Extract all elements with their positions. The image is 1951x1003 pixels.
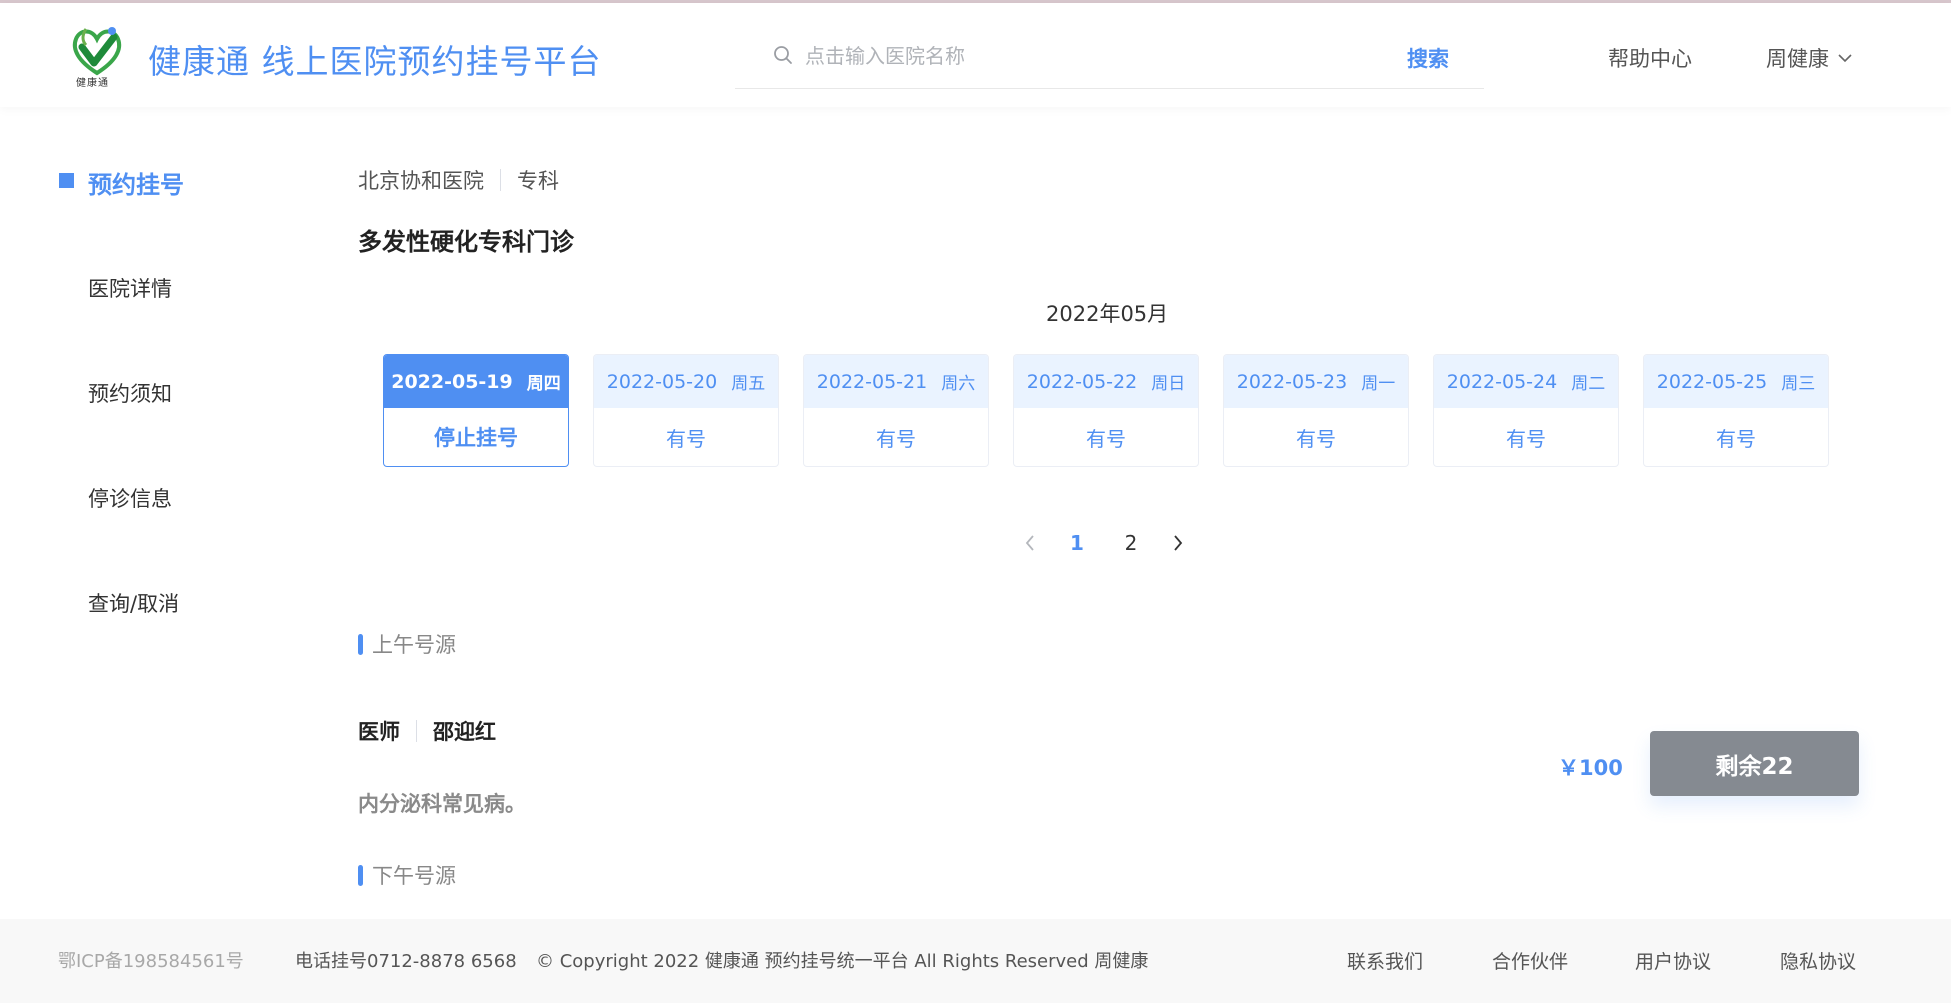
remaining-slots-button[interactable]: 剩余22: [1650, 731, 1859, 796]
doctor-name: 邵迎红: [433, 720, 496, 744]
section-marker: [358, 864, 363, 886]
date-text: 2022-05-24: [1446, 370, 1558, 393]
weekday-text: 周日: [1151, 374, 1186, 394]
logo-caption: 健康通: [76, 78, 109, 89]
page-number[interactable]: 2: [1104, 531, 1158, 555]
weekday-text: 周一: [1361, 374, 1396, 394]
date-text: 2022-05-25: [1656, 370, 1768, 393]
date-text: 2022-05-21: [816, 370, 928, 393]
sidebar-item-booking[interactable]: 预约挂号: [88, 165, 184, 200]
availability-status: 有号: [876, 426, 916, 451]
help-center-link[interactable]: 帮助中心: [1608, 43, 1692, 73]
footer-link-privacy[interactable]: 隐私协议: [1780, 947, 1856, 974]
brand-title[interactable]: 健康通 线上医院预约挂号平台: [148, 35, 602, 83]
search-box: 搜索: [735, 25, 1484, 89]
morning-section-label: 上午号源: [358, 629, 456, 659]
date-card[interactable]: 2022-05-20 周五 有号: [593, 354, 779, 467]
availability-status: 有号: [1506, 426, 1546, 451]
availability-status: 停止挂号: [434, 426, 518, 450]
next-page-button[interactable]: [1158, 528, 1198, 558]
search-icon: [774, 46, 792, 64]
footer: 鄂ICP备198584561号 电话挂号0712-8878 6568 © Cop…: [0, 919, 1951, 1003]
department-title: 多发性硬化专科门诊: [358, 228, 574, 256]
breadcrumb-category: 专科: [517, 169, 559, 193]
date-card-header: 2022-05-23 周一: [1224, 355, 1408, 408]
copyright: © Copyright 2022 健康通 预约挂号统一平台 All Rights…: [536, 951, 1149, 972]
user-name: 周健康: [1766, 47, 1829, 71]
weekday-text: 周三: [1781, 374, 1816, 394]
search-input[interactable]: [805, 37, 1365, 75]
active-nav-marker: [59, 173, 74, 188]
afternoon-section-text: 下午号源: [372, 864, 456, 888]
date-card-header: 2022-05-20 周五: [594, 355, 778, 408]
slot-price: ￥100: [1558, 756, 1623, 780]
date-card[interactable]: 2022-05-24 周二 有号: [1433, 354, 1619, 467]
sidebar-item-suspension-info[interactable]: 停诊信息: [88, 483, 172, 513]
breadcrumb-divider: [500, 169, 501, 191]
availability-status: 有号: [1296, 426, 1336, 451]
breadcrumb-hospital[interactable]: 北京协和医院: [358, 165, 484, 195]
date-card[interactable]: 2022-05-23 周一 有号: [1223, 354, 1409, 467]
weekday-text: 周五: [731, 374, 766, 394]
date-card[interactable]: 2022-05-25 周三 有号: [1643, 354, 1829, 467]
weekday-text: 周二: [1571, 374, 1606, 394]
date-card[interactable]: 2022-05-19 周四 停止挂号: [383, 354, 569, 467]
section-marker: [358, 633, 363, 655]
weekday-text: 周四: [526, 374, 561, 394]
search-button[interactable]: 搜索: [1407, 43, 1449, 73]
prev-page-button[interactable]: [1010, 528, 1050, 558]
user-menu[interactable]: 周健康: [1766, 43, 1853, 73]
header: 健康通 健康通 线上医院预约挂号平台 搜索 帮助中心 周健康: [0, 3, 1951, 107]
date-card-header: 2022-05-19 周四: [384, 355, 568, 408]
pagination: 1 2: [1010, 528, 1198, 558]
availability-status: 有号: [666, 426, 706, 451]
page-number[interactable]: 1: [1050, 531, 1104, 555]
date-text: 2022-05-22: [1026, 370, 1138, 393]
availability-status: 有号: [1086, 426, 1126, 451]
date-text: 2022-05-20: [606, 370, 718, 393]
date-card-header: 2022-05-24 周二: [1434, 355, 1618, 408]
date-card[interactable]: 2022-05-22 周日 有号: [1013, 354, 1199, 467]
date-card-header: 2022-05-25 周三: [1644, 355, 1828, 408]
breadcrumb: 北京协和医院 专科: [358, 165, 559, 195]
sidebar-item-query-cancel[interactable]: 查询/取消: [88, 588, 179, 618]
sidebar-item-booking-notice[interactable]: 预约须知: [88, 378, 172, 408]
icp-record[interactable]: 鄂ICP备198584561号: [58, 947, 244, 973]
date-text: 2022-05-19: [391, 370, 513, 393]
doctor-divider: [416, 720, 417, 742]
doctor-specialty: 内分泌科常见病。: [358, 792, 526, 816]
date-card-header: 2022-05-22 周日: [1014, 355, 1198, 408]
doctor-line: 医师 邵迎红: [358, 716, 496, 746]
month-label: 2022年05月: [1046, 302, 1169, 326]
morning-section-text: 上午号源: [372, 633, 456, 657]
date-text: 2022-05-23: [1236, 370, 1348, 393]
availability-status: 有号: [1716, 426, 1756, 451]
date-card[interactable]: 2022-05-21 周六 有号: [803, 354, 989, 467]
footer-link-contact[interactable]: 联系我们: [1347, 947, 1423, 974]
chevron-left-icon: [1025, 535, 1034, 551]
sidebar-item-hospital-details[interactable]: 医院详情: [88, 273, 172, 303]
chevron-right-icon: [1174, 535, 1183, 551]
doctor-title: 医师: [358, 720, 400, 744]
afternoon-section-label: 下午号源: [358, 860, 456, 890]
chevron-down-icon: [1838, 54, 1852, 63]
date-card-header: 2022-05-21 周六: [804, 355, 988, 408]
footer-link-partners[interactable]: 合作伙伴: [1492, 947, 1568, 974]
footer-link-user-agreement[interactable]: 用户协议: [1635, 947, 1711, 974]
weekday-text: 周六: [941, 374, 976, 394]
phone-booking: 电话挂号0712-8878 6568: [295, 951, 517, 972]
